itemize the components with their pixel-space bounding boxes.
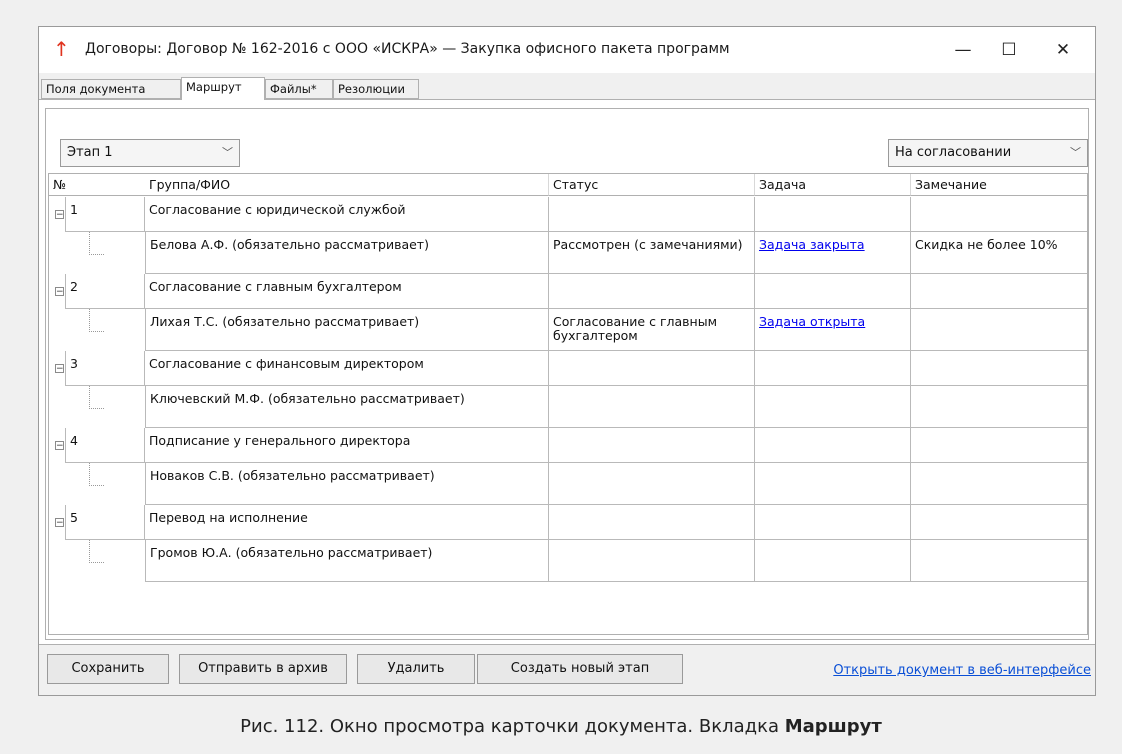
chevron-down-icon: ﹀ [1070, 146, 1081, 159]
document-window: ↑ Договоры: Договор № 162-2016 с ООО «ИС… [38, 26, 1096, 696]
tree-line-icon [89, 386, 104, 409]
member-name[interactable]: Лихая Т.С. (обязательно рассматривает) [145, 309, 549, 351]
member-name[interactable]: Ключевский М.Ф. (обязательно рассматрива… [145, 386, 549, 428]
member-task-cell: Задача открыта [755, 309, 911, 351]
delete-button[interactable]: Удалить [357, 654, 475, 684]
close-button[interactable]: ✕ [1043, 35, 1083, 65]
group-number: 3 [65, 351, 145, 386]
member-status [549, 540, 755, 582]
member-task-cell [755, 463, 911, 505]
group-number: 5 [65, 505, 145, 540]
group-name: Перевод на исполнение [145, 505, 549, 540]
group-status-cell [549, 505, 755, 540]
stage-select-value: Этап 1 [67, 145, 113, 160]
tab-files[interactable]: Файлы* [265, 79, 333, 99]
group-status-cell [549, 428, 755, 463]
group-note-cell [911, 197, 1087, 232]
group-status-cell [549, 274, 755, 309]
member-name[interactable]: Громов Ю.А. (обязательно рассматривает) [145, 540, 549, 582]
window-title: Договоры: Договор № 162-2016 с ООО «ИСКР… [85, 41, 730, 57]
group-task-cell [755, 428, 911, 463]
tree-line-icon [89, 309, 104, 332]
tree-line-icon [89, 540, 104, 563]
member-status: Согласование с главным бухгалтером [549, 309, 755, 351]
app-arrow-icon: ↑ [53, 37, 70, 61]
collapse-toggle-icon[interactable]: − [55, 210, 64, 220]
maximize-button[interactable]: ☐ [989, 35, 1029, 65]
col-header-status[interactable]: Статус [549, 174, 755, 196]
group-name: Согласование с финансовым директором [145, 351, 549, 386]
route-frame: Этап 1 ﹀ На согласовании ﹀ № Группа/ФИО … [45, 108, 1089, 640]
member-note [911, 463, 1087, 505]
member-task-cell [755, 540, 911, 582]
collapse-toggle-icon[interactable]: − [55, 287, 64, 297]
tree-line-icon [89, 232, 104, 255]
collapse-toggle-icon[interactable]: − [55, 518, 64, 528]
figure-caption: Рис. 112. Окно просмотра карточки докуме… [0, 716, 1122, 737]
caption-bold: Маршрут [784, 716, 882, 737]
group-task-cell [755, 351, 911, 386]
member-name[interactable]: Белова А.Ф. (обязательно рассматривает) [145, 232, 549, 274]
chevron-down-icon: ﹀ [222, 146, 233, 159]
new-stage-button[interactable]: Создать новый этап [477, 654, 683, 684]
group-name: Согласование с главным бухгалтером [145, 274, 549, 309]
route-table: № Группа/ФИО Статус Задача Замечание −1 С… [48, 173, 1088, 635]
status-select[interactable]: На согласовании ﹀ [888, 139, 1088, 167]
action-bar: Сохранить Отправить в архив Удалить Созд… [39, 643, 1095, 695]
col-header-num[interactable]: № [49, 174, 145, 196]
col-header-task[interactable]: Задача [755, 174, 911, 196]
group-task-cell [755, 197, 911, 232]
group-status-cell [549, 197, 755, 232]
archive-button[interactable]: Отправить в архив [179, 654, 347, 684]
route-panel: Этап 1 ﹀ На согласовании ﹀ № Группа/ФИО … [39, 99, 1095, 645]
group-note-cell [911, 505, 1087, 540]
member-name[interactable]: Новаков С.В. (обязательно рассматривает) [145, 463, 549, 505]
tab-route[interactable]: Маршрут [181, 77, 265, 100]
group-note-cell [911, 274, 1087, 309]
group-note-cell [911, 428, 1087, 463]
tab-document-fields[interactable]: Поля документа [41, 79, 181, 99]
group-number: 2 [65, 274, 145, 309]
status-select-value: На согласовании [895, 145, 1012, 160]
col-header-group[interactable]: Группа/ФИО [145, 174, 549, 196]
member-note [911, 309, 1087, 351]
group-name: Согласование с юридической службой [145, 197, 549, 232]
member-note [911, 540, 1087, 582]
member-note [911, 386, 1087, 428]
member-status [549, 463, 755, 505]
member-status [549, 386, 755, 428]
group-name: Подписание у генерального директора [145, 428, 549, 463]
group-note-cell [911, 351, 1087, 386]
save-button[interactable]: Сохранить [47, 654, 169, 684]
minimize-button[interactable]: — [943, 35, 983, 65]
task-link[interactable]: Задача открыта [759, 314, 865, 329]
group-status-cell [549, 351, 755, 386]
tree-line-icon [89, 463, 104, 486]
group-number: 4 [65, 428, 145, 463]
task-link[interactable]: Задача закрыта [759, 237, 865, 252]
tab-resolutions[interactable]: Резолюции [333, 79, 419, 99]
member-task-cell [755, 386, 911, 428]
title-bar: ↑ Договоры: Договор № 162-2016 с ООО «ИС… [39, 27, 1095, 73]
member-status: Рассмотрен (с замечаниями) [549, 232, 755, 274]
group-task-cell [755, 274, 911, 309]
caption-text: Рис. 112. Окно просмотра карточки докуме… [240, 716, 785, 737]
group-number: 1 [65, 197, 145, 232]
stage-select[interactable]: Этап 1 ﹀ [60, 139, 240, 167]
collapse-toggle-icon[interactable]: − [55, 364, 64, 374]
member-task-cell: Задача закрыта [755, 232, 911, 274]
collapse-toggle-icon[interactable]: − [55, 441, 64, 451]
col-header-note[interactable]: Замечание [911, 174, 1087, 196]
group-task-cell [755, 505, 911, 540]
member-note: Скидка не более 10% [911, 232, 1087, 274]
open-web-link[interactable]: Открыть документ в веб-интерфейсе [833, 663, 1091, 678]
